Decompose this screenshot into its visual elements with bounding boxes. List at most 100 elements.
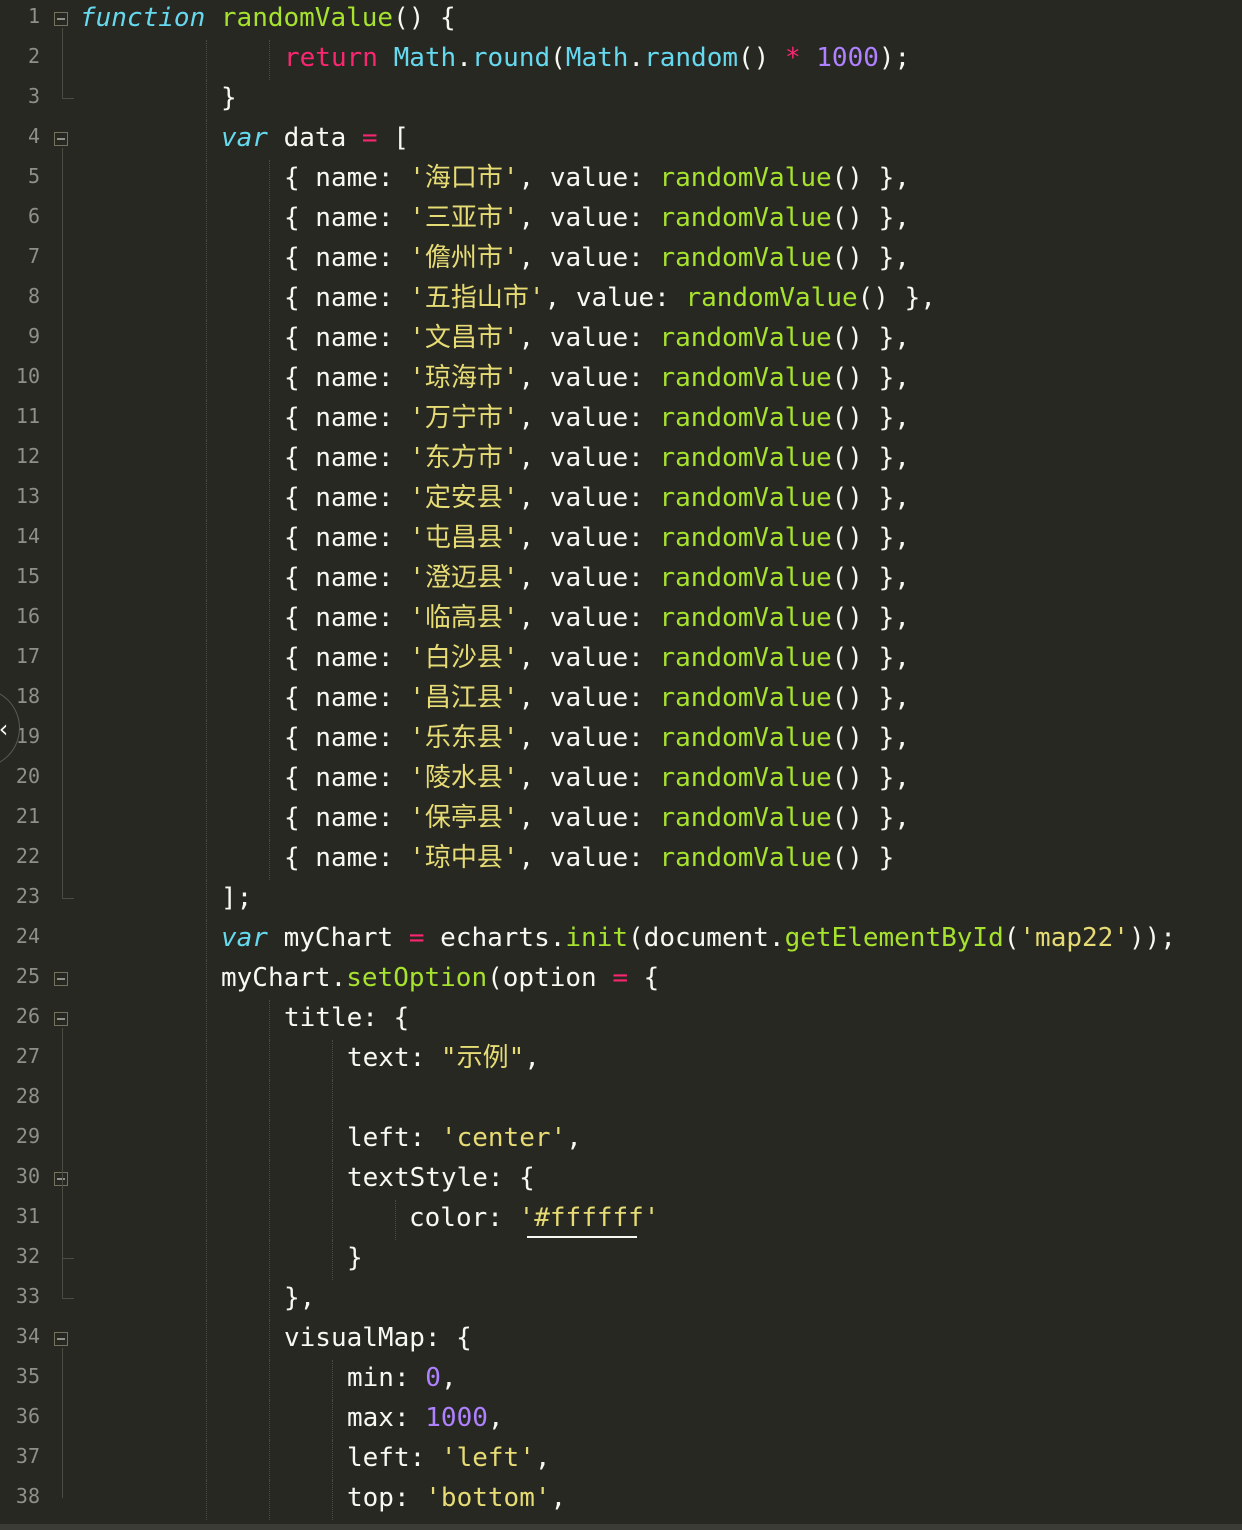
indent-guide	[206, 760, 207, 800]
code-token: '临高县'	[409, 603, 519, 633]
code-token: , value:	[518, 763, 660, 793]
line-number: 36	[15, 1404, 40, 1428]
indent-guide	[332, 1040, 333, 1080]
code-line[interactable]: 3}	[0, 80, 1242, 120]
code-token: randomValue	[659, 803, 832, 833]
code-line[interactable]: 7 { name: '儋州市', value: randomValue() },	[0, 240, 1242, 280]
code-line[interactable]: 31 color: '#ffffff'	[0, 1200, 1242, 1240]
code-token: init	[565, 923, 629, 953]
code-token: randomValue	[659, 683, 832, 713]
code-token: () }	[831, 843, 895, 873]
indent-guide	[269, 1360, 270, 1400]
fold-toggle-icon[interactable]	[54, 1012, 68, 1026]
code-line[interactable]: 37 left: 'left',	[0, 1440, 1242, 1480]
code-token: }	[221, 83, 237, 113]
code-line[interactable]: 34 visualMap: {	[0, 1320, 1242, 1360]
code-token: },	[284, 1283, 316, 1313]
code-token: randomValue	[659, 443, 832, 473]
indent-guide	[206, 1080, 207, 1120]
code-token: () },	[831, 483, 910, 513]
code-line[interactable]: 28	[0, 1080, 1242, 1120]
code-line[interactable]: 15 { name: '澄迈县', value: randomValue() },	[0, 560, 1242, 600]
code-token: { name:	[284, 163, 410, 193]
indent-guide	[269, 1040, 270, 1080]
code-line[interactable]: 32}	[0, 1240, 1242, 1280]
fold-toggle-icon[interactable]	[54, 1172, 68, 1186]
code-line[interactable]: 35 min: 0,	[0, 1360, 1242, 1400]
code-editor[interactable]: 1 function randomValue() {2 return Math.ro…	[0, 0, 1242, 1530]
code-line[interactable]: 25 myChart.setOption(option = {	[0, 960, 1242, 1000]
code-line[interactable]: 8 { name: '五指山市', value: randomValue() },	[0, 280, 1242, 320]
code-line[interactable]: 10 { name: '琼海市', value: randomValue() },	[0, 360, 1242, 400]
code-token: randomValue	[659, 763, 832, 793]
code-line[interactable]: 23];	[0, 880, 1242, 920]
indent-guide	[269, 680, 270, 720]
code-line[interactable]: 13 { name: '定安县', value: randomValue() },	[0, 480, 1242, 520]
code-line[interactable]: 24 var myChart = echarts.init(document.ge…	[0, 920, 1242, 960]
code-text: { name: '乐东县', value: randomValue() },	[284, 718, 910, 758]
code-line[interactable]: 1 function randomValue() {	[0, 0, 1242, 40]
code-line[interactable]: 29 left: 'center',	[0, 1120, 1242, 1160]
code-line[interactable]: 36 max: 1000,	[0, 1400, 1242, 1440]
code-line[interactable]: 2 return Math.round(Math.random() * 1000)…	[0, 40, 1242, 80]
code-line[interactable]: 27 text: "示例",	[0, 1040, 1242, 1080]
indent-guide	[332, 1120, 333, 1160]
fold-region-end	[62, 98, 74, 99]
indent-guide	[269, 800, 270, 840]
horizontal-scrollbar[interactable]	[0, 1524, 1242, 1530]
code-text: color: '#ffffff'	[409, 1198, 659, 1238]
code-token: () },	[831, 723, 910, 753]
code-line[interactable]: 17 { name: '白沙县', value: randomValue() },	[0, 640, 1242, 680]
code-line[interactable]: 12 { name: '东方市', value: randomValue() },	[0, 440, 1242, 480]
indent-guide	[206, 320, 207, 360]
code-token: , value:	[544, 283, 686, 313]
line-number: 20	[15, 764, 40, 788]
code-text: }	[221, 78, 237, 118]
code-line[interactable]: 6 { name: '三亚市', value: randomValue() },	[0, 200, 1242, 240]
code-line[interactable]: 20 { name: '陵水县', value: randomValue() },	[0, 760, 1242, 800]
code-text: visualMap: {	[284, 1318, 472, 1358]
code-line[interactable]: 4 var data = [	[0, 120, 1242, 160]
fold-toggle-icon[interactable]	[54, 972, 68, 986]
code-line[interactable]: 16 { name: '临高县', value: randomValue() },	[0, 600, 1242, 640]
indent-guide	[269, 640, 270, 680]
code-line[interactable]: 21 { name: '保亭县', value: randomValue() },	[0, 800, 1242, 840]
code-line[interactable]: 26 title: {	[0, 1000, 1242, 1040]
code-line[interactable]: 19{ name: '乐东县', value: randomValue() },	[0, 720, 1242, 760]
code-token: { name:	[284, 603, 410, 633]
line-number: 5	[27, 164, 40, 188]
code-token: { name:	[284, 323, 410, 353]
code-text: max: 1000,	[347, 1398, 504, 1438]
code-line[interactable]: 33},	[0, 1280, 1242, 1320]
line-number: 31	[15, 1204, 40, 1228]
code-line[interactable]: 5 { name: '海口市', value: randomValue() },	[0, 160, 1242, 200]
code-text: { name: '昌江县', value: randomValue() },	[284, 678, 910, 718]
code-line[interactable]: 38 top: 'bottom',	[0, 1480, 1242, 1520]
line-number: 25	[15, 964, 40, 988]
code-token: , value:	[518, 203, 660, 233]
fold-toggle-icon[interactable]	[54, 12, 68, 26]
indent-guide	[206, 360, 207, 400]
fold-toggle-icon[interactable]	[54, 132, 68, 146]
code-line[interactable]: 9 { name: '文昌市', value: randomValue() },	[0, 320, 1242, 360]
code-line[interactable]: 18{ name: '昌江县', value: randomValue() },	[0, 680, 1242, 720]
indent-guide	[269, 1480, 270, 1520]
indent-guide	[206, 880, 207, 920]
code-line[interactable]: 22 { name: '琼中县', value: randomValue() }	[0, 840, 1242, 880]
code-token: randomValue	[659, 563, 832, 593]
code-line[interactable]: 14 { name: '屯昌县', value: randomValue() },	[0, 520, 1242, 560]
code-line[interactable]: 11 { name: '万宁市', value: randomValue() },	[0, 400, 1242, 440]
code-token: round	[471, 43, 551, 73]
fold-toggle-icon[interactable]	[54, 1332, 68, 1346]
code-token: ,	[524, 1043, 540, 1073]
code-token: , value:	[518, 483, 660, 513]
code-line[interactable]: 30 textStyle: {	[0, 1160, 1242, 1200]
line-number: 10	[15, 364, 40, 388]
line-number: 16	[15, 604, 40, 628]
code-token: , value:	[518, 683, 660, 713]
code-token: randomValue	[659, 403, 832, 433]
indent-guide	[206, 40, 207, 80]
code-token: 1000	[816, 43, 879, 73]
line-number: 38	[15, 1484, 40, 1508]
